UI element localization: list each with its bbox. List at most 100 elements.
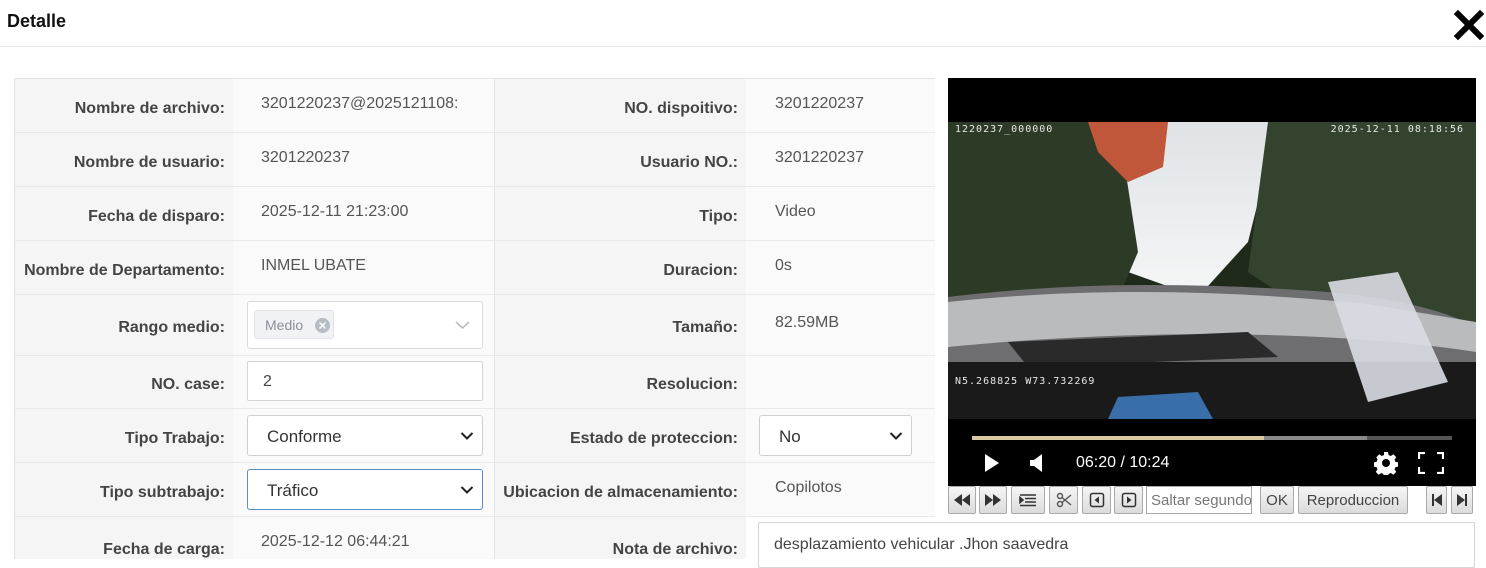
- close-icon: [1453, 9, 1485, 41]
- subwork-type-value: Tráfico: [267, 481, 319, 500]
- dialog-header: Detalle: [0, 0, 1486, 47]
- video-frame[interactable]: 1220237_000000 2025-12-11 08:18:56 N5.26…: [948, 122, 1476, 419]
- table-row: Nombre de usuario: 3201220237 Usuario NO…: [15, 133, 935, 187]
- rewind-icon: [954, 494, 970, 506]
- video-toolbar: Saltar segundos OK Reproduccion: [948, 486, 1476, 515]
- field-label: Ubicacion de almacenamiento:: [503, 483, 738, 501]
- protection-status-value: No: [779, 427, 801, 446]
- range-select[interactable]: Medio: [247, 301, 483, 349]
- fullscreen-icon: [1417, 451, 1445, 475]
- skip-end-icon: [1457, 494, 1467, 506]
- subwork-type-select[interactable]: Tráfico: [247, 469, 483, 510]
- skip-start-icon: [1431, 494, 1442, 506]
- table-row: NO. case: 2 Resolucion:: [15, 356, 935, 409]
- fullscreen-button[interactable]: [1417, 451, 1445, 479]
- detail-table: Nombre de archivo: 3201220237@2025121108…: [14, 78, 935, 559]
- chevron-down-icon: [460, 432, 474, 440]
- work-type-select[interactable]: Conforme: [247, 415, 483, 456]
- department-value: INMEL UBATE: [261, 256, 366, 274]
- user-no-value: 3201220237: [775, 148, 864, 166]
- field-label: Duracion:: [663, 261, 738, 279]
- chevron-down-icon: [455, 321, 470, 330]
- video-frame-image: [948, 122, 1476, 419]
- osd-datetime: 2025-12-11 08:18:56: [1330, 124, 1464, 135]
- tag-remove-icon[interactable]: [315, 318, 330, 333]
- upload-date-value: 2025-12-12 06:44:21: [261, 533, 410, 550]
- table-row: Nombre de Departamento: INMEL UBATE Dura…: [15, 241, 935, 295]
- field-label: Nota de archivo:: [612, 541, 738, 558]
- table-row: Tipo Trabajo: Conforme Estado de protecc…: [15, 409, 935, 463]
- field-label: Estado de proteccion:: [569, 429, 738, 447]
- file-note-value: desplazamiento vehicular .Jhon saavedra: [774, 536, 1069, 553]
- osd-device-id: 1220237_000000: [955, 124, 1054, 135]
- field-label: Tipo subtrabajo:: [99, 483, 225, 501]
- seek-seconds-placeholder: Saltar segundos: [1151, 492, 1252, 509]
- volume-button[interactable]: [1028, 453, 1046, 478]
- video-player[interactable]: 1220237_000000 2025-12-11 08:18:56 N5.26…: [948, 78, 1476, 486]
- play-button[interactable]: [983, 453, 1001, 478]
- close-button[interactable]: [1452, 8, 1486, 42]
- ok-label: OK: [1266, 492, 1288, 509]
- next-frame-button[interactable]: [1114, 486, 1143, 514]
- field-label: Fecha de disparo:: [88, 207, 225, 225]
- field-label: NO. dispoitivo:: [624, 99, 738, 117]
- time-display: 06:20 / 10:24: [1076, 454, 1170, 471]
- next-frame-icon: [1121, 492, 1136, 508]
- scissors-icon: [1056, 492, 1071, 508]
- case-number-input[interactable]: 2: [247, 361, 483, 401]
- ok-button[interactable]: OK: [1260, 486, 1294, 514]
- settings-button[interactable]: [1373, 451, 1399, 480]
- progress-bar[interactable]: [972, 436, 1452, 440]
- field-label: Fecha de carga:: [103, 541, 225, 558]
- table-row: Nombre de archivo: 3201220237@2025121108…: [15, 79, 935, 133]
- table-row: Fecha de disparo: 2025-12-11 21:23:00 Ti…: [15, 187, 935, 241]
- field-label: Tipo Trabajo:: [124, 429, 225, 447]
- protection-status-select[interactable]: No: [759, 415, 912, 456]
- dialog-title: Detalle: [7, 11, 67, 31]
- chevron-down-icon: [460, 486, 474, 494]
- field-label: Nombre de Departamento:: [24, 261, 225, 279]
- field-label: Nombre de archivo:: [74, 99, 225, 117]
- type-value: Video: [775, 202, 816, 220]
- prev-frame-button[interactable]: [1082, 486, 1111, 514]
- progress-fill: [972, 436, 1264, 440]
- play-icon: [985, 454, 999, 472]
- chevron-down-icon: [889, 432, 903, 440]
- filename-value: 3201220237@2025121108:: [261, 94, 459, 112]
- volume-icon: [1030, 454, 1042, 472]
- osd-gps: N5.268825 W73.732269: [955, 376, 1096, 387]
- prev-frame-icon: [1089, 492, 1104, 508]
- tag-label: Medio: [265, 317, 304, 333]
- storage-location-value: Copilotos: [775, 478, 842, 496]
- file-note-input[interactable]: desplazamiento vehicular .Jhon saavedra: [758, 522, 1475, 568]
- trigger-date-value: 2025-12-11 21:23:00: [261, 202, 409, 220]
- chapters-button[interactable]: [1011, 486, 1045, 514]
- field-label: Usuario NO.:: [640, 153, 738, 171]
- skip-end-button[interactable]: [1451, 486, 1473, 514]
- list-icon: [1019, 494, 1036, 507]
- seek-seconds-input[interactable]: Saltar segundos: [1146, 486, 1252, 514]
- rewind-button[interactable]: [948, 486, 976, 514]
- field-label: Resolucion:: [646, 376, 738, 393]
- playback-label: Reproduccion: [1306, 492, 1400, 509]
- fast-forward-button[interactable]: [979, 486, 1007, 514]
- field-label: Rango medio:: [118, 319, 225, 336]
- selected-tag: Medio: [254, 310, 334, 339]
- clip-button[interactable]: [1049, 486, 1078, 514]
- gear-icon: [1373, 452, 1399, 477]
- username-value: 3201220237: [261, 148, 350, 166]
- fast-forward-icon: [985, 494, 1001, 506]
- table-row: Rango medio: Medio Tamaño: 82.59MB: [15, 295, 935, 356]
- field-label: Tipo:: [699, 207, 738, 225]
- field-label: Tamaño:: [672, 319, 738, 336]
- case-number-value: 2: [263, 373, 272, 390]
- skip-start-button[interactable]: [1426, 486, 1447, 514]
- size-value: 82.59MB: [775, 314, 840, 331]
- work-type-value: Conforme: [267, 427, 342, 446]
- table-row: Tipo subtrabajo: Tráfico Ubicacion de al…: [15, 463, 935, 517]
- device-no-value: 3201220237: [775, 94, 864, 112]
- field-label: Nombre de usuario:: [73, 153, 225, 171]
- playback-button[interactable]: Reproduccion: [1298, 486, 1408, 514]
- duration-value: 0s: [775, 256, 792, 274]
- field-label: NO. case:: [151, 376, 225, 393]
